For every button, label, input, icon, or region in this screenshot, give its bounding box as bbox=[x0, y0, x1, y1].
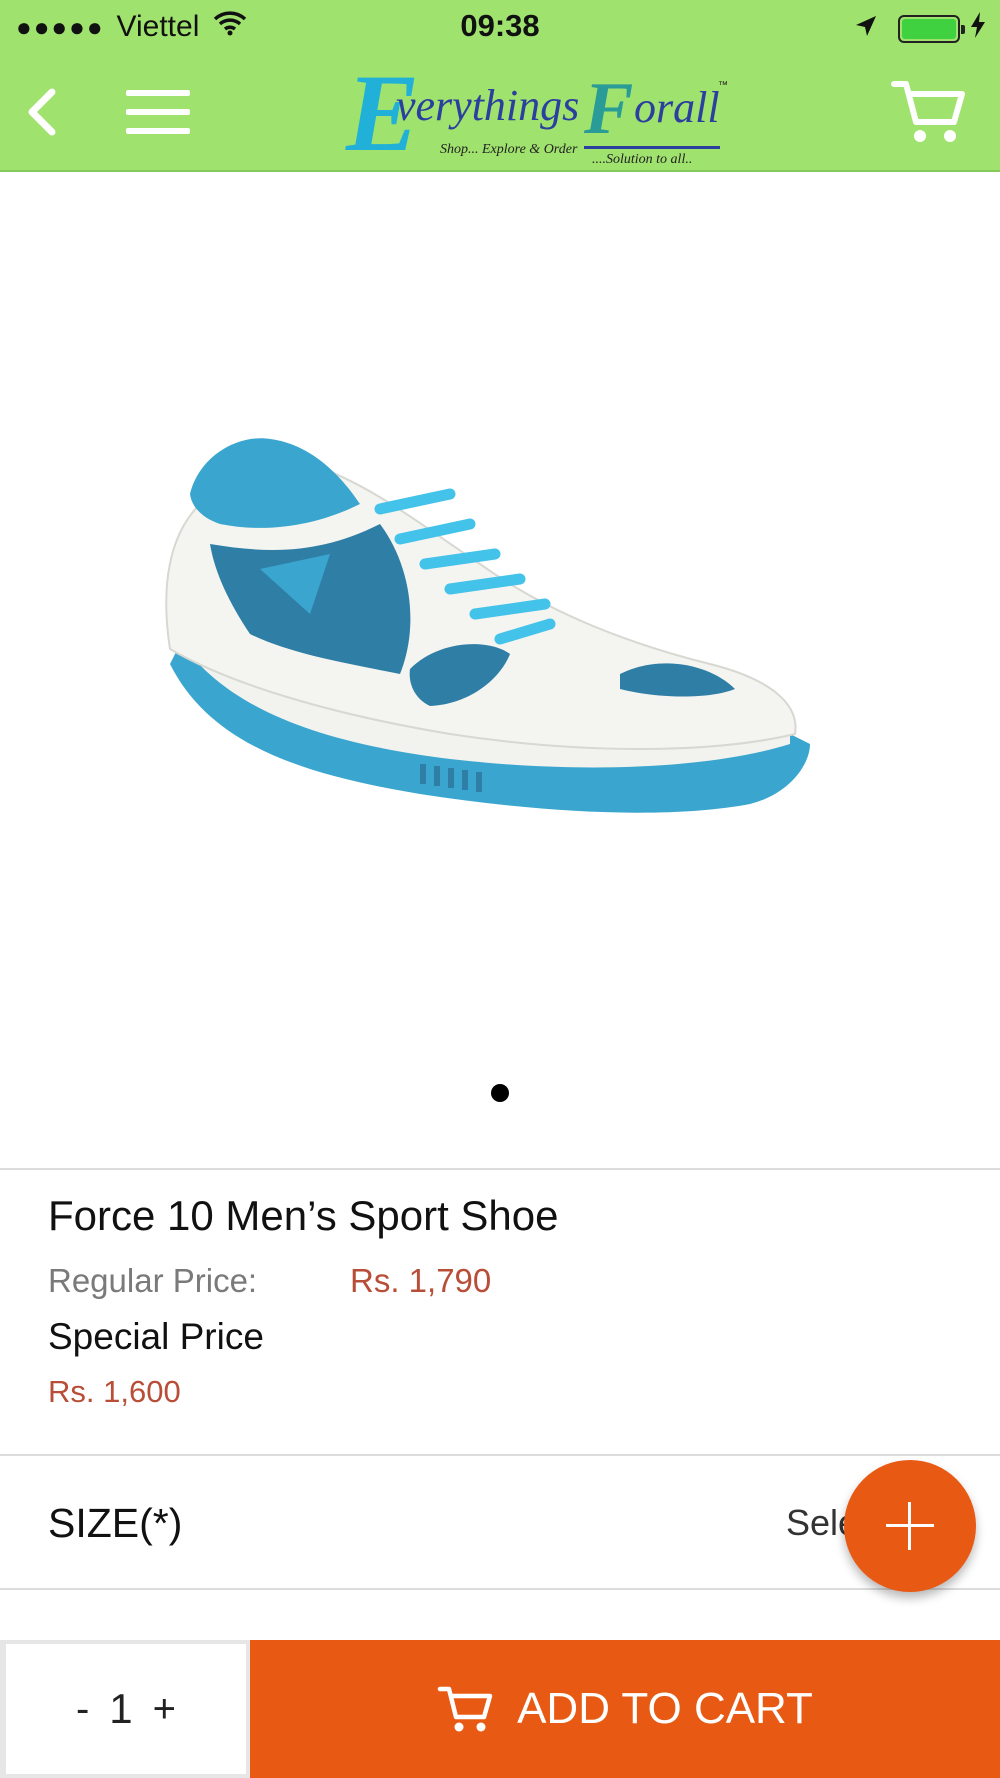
logo-letter-f: F bbox=[584, 68, 634, 150]
qty-increment-button[interactable]: + bbox=[153, 1687, 176, 1732]
menu-button[interactable] bbox=[124, 86, 192, 138]
add-to-cart-label: ADD TO CART bbox=[517, 1684, 813, 1733]
divider bbox=[0, 1588, 1000, 1590]
logo-word-everythings: verythings bbox=[396, 81, 580, 130]
back-button[interactable] bbox=[18, 80, 66, 144]
battery-icon bbox=[898, 15, 965, 43]
brand-logo[interactable]: E verythings F orall ™ Shop... Explore &… bbox=[346, 58, 736, 168]
special-price-label: Special Price bbox=[48, 1316, 264, 1357]
divider bbox=[0, 1168, 1000, 1170]
carousel-pager bbox=[0, 1084, 1000, 1102]
app-header: ●●●●● Viettel 09:38 E verythings F orall… bbox=[0, 0, 1000, 172]
cart-button[interactable] bbox=[890, 76, 966, 148]
nav-bar: E verythings F orall ™ Shop... Explore &… bbox=[0, 56, 1000, 172]
divider bbox=[0, 1454, 1000, 1456]
product-image-carousel[interactable] bbox=[0, 174, 1000, 1168]
status-bar: ●●●●● Viettel 09:38 bbox=[0, 0, 1000, 56]
product-info: Force 10 Men’s Sport Shoe Regular Price:… bbox=[48, 1192, 948, 1410]
logo-tagline-1: Shop... Explore & Order bbox=[440, 142, 578, 157]
add-to-cart-button[interactable]: ADD TO CART bbox=[250, 1640, 1000, 1778]
regular-price-row: Regular Price: Rs. 1,790 bbox=[48, 1262, 948, 1300]
logo-word-forall: orall bbox=[634, 83, 720, 132]
cart-icon bbox=[437, 1686, 493, 1732]
clock: 09:38 bbox=[460, 8, 540, 43]
logo-underline bbox=[584, 146, 720, 149]
hamburger-icon bbox=[126, 90, 190, 134]
product-title: Force 10 Men’s Sport Shoe bbox=[48, 1192, 559, 1239]
shoe-image bbox=[165, 438, 810, 813]
qty-value[interactable]: 1 bbox=[109, 1685, 132, 1733]
special-price-value: Rs. 1,600 bbox=[48, 1374, 181, 1409]
add-fab-button[interactable] bbox=[844, 1460, 976, 1592]
size-label: SIZE(*) bbox=[48, 1500, 183, 1546]
charging-bolt-icon bbox=[970, 12, 986, 46]
logo-tagline-2: ....Solution to all.. bbox=[592, 152, 693, 167]
chevron-left-icon bbox=[28, 88, 56, 136]
logo-trademark: ™ bbox=[718, 80, 728, 91]
cart-icon bbox=[891, 81, 965, 142]
bottom-action-bar: - 1 + ADD TO CART bbox=[0, 1640, 1000, 1778]
regular-price-value: Rs. 1,790 bbox=[350, 1262, 492, 1299]
qty-decrement-button[interactable]: - bbox=[76, 1687, 89, 1732]
size-select[interactable]: Select bbox=[786, 1502, 848, 1544]
pager-dot-active[interactable] bbox=[491, 1084, 509, 1102]
location-arrow-icon bbox=[854, 12, 878, 46]
quantity-stepper: - 1 + bbox=[0, 1640, 250, 1778]
regular-price-label: Regular Price: bbox=[48, 1262, 258, 1299]
